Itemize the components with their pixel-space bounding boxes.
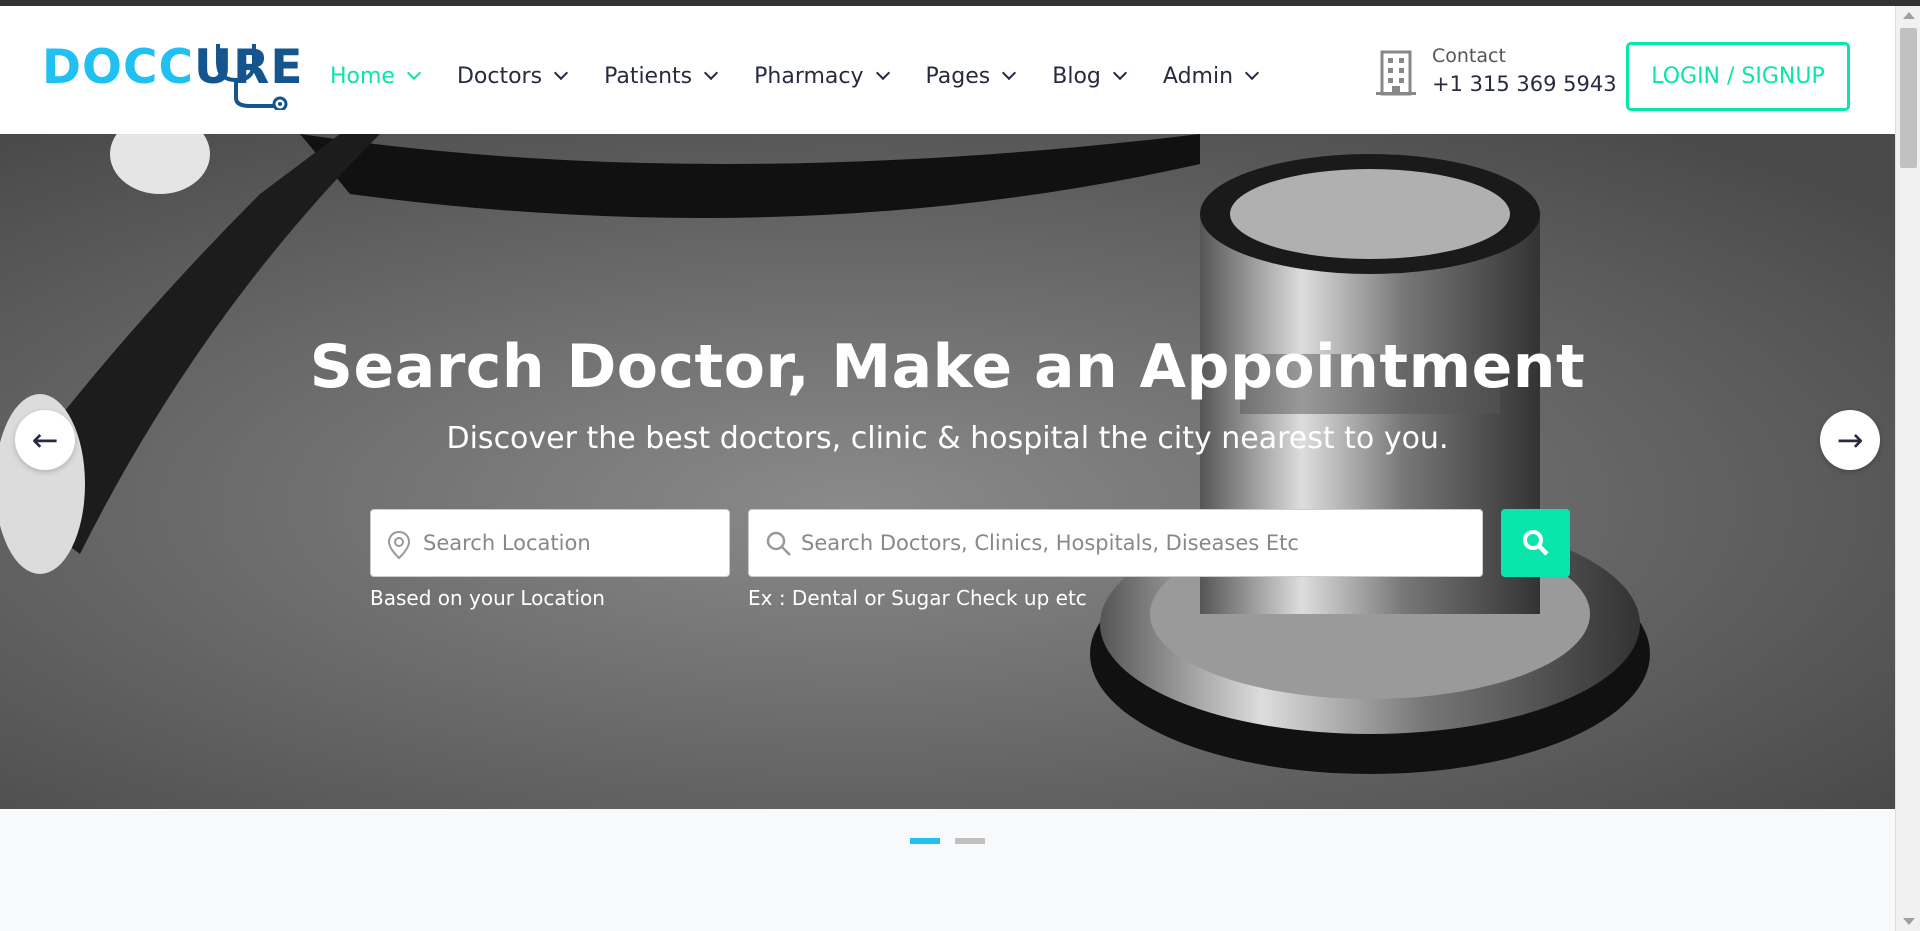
search-placeholder: Search Doctors, Clinics, Hospitals, Dise… [801, 531, 1299, 555]
search-hint: Ex : Dental or Sugar Check up etc [748, 586, 1087, 610]
contact-phone[interactable]: +1 315 369 5943 [1432, 68, 1617, 100]
doctor-search-input[interactable]: Search Doctors, Clinics, Hospitals, Dise… [748, 509, 1483, 577]
nav-home[interactable]: Home [330, 54, 422, 98]
hero-title: Search Doctor, Make an Appointment [309, 332, 1586, 402]
chevron-down-icon [553, 65, 569, 81]
site-header: DOCCURE Home Doctors Patients Pharmacy P… [0, 6, 1895, 134]
location-placeholder: Search Location [423, 531, 591, 555]
carousel-dots [910, 838, 985, 844]
search-button[interactable] [1501, 509, 1570, 577]
scroll-down-icon[interactable] [1903, 918, 1915, 925]
page-scrollbar[interactable] [1895, 6, 1920, 931]
carousel-dot-2[interactable] [955, 838, 985, 844]
nav-doctors[interactable]: Doctors [457, 54, 569, 98]
nav-pharmacy[interactable]: Pharmacy [754, 54, 890, 98]
hero-stethoscope-image [0, 134, 1895, 809]
scroll-up-icon[interactable] [1903, 12, 1915, 19]
chevron-down-icon [875, 65, 890, 81]
login-signup-button[interactable]: LOGIN / SIGNUP [1626, 42, 1850, 111]
hero-banner: Search Doctor, Make an Appointment Disco… [0, 134, 1895, 809]
carousel-dot-1[interactable] [910, 838, 940, 844]
nav-admin[interactable]: Admin [1163, 54, 1260, 98]
location-pin-icon [387, 530, 411, 560]
search-icon [766, 531, 791, 556]
chevron-down-icon [1244, 65, 1260, 81]
main-nav: Home Doctors Patients Pharmacy Pages Blo… [330, 54, 1295, 98]
nav-blog[interactable]: Blog [1052, 54, 1127, 98]
chevron-down-icon [704, 65, 719, 81]
doccure-logo[interactable]: DOCCURE [42, 36, 302, 110]
location-search-input[interactable]: Search Location [370, 509, 730, 577]
search-icon [1522, 530, 1549, 556]
location-hint: Based on your Location [370, 586, 605, 610]
contact-block: Contact +1 315 369 5943 [1376, 44, 1617, 100]
contact-label: Contact [1432, 45, 1506, 67]
nav-patients[interactable]: Patients [604, 54, 719, 98]
chevron-down-icon [406, 65, 422, 81]
chevron-down-icon [1112, 65, 1127, 81]
hero-subtitle: Discover the best doctors, clinic & hosp… [446, 421, 1449, 456]
chevron-down-icon [1002, 65, 1017, 81]
hospital-building-icon [1376, 50, 1416, 96]
scrollbar-thumb[interactable] [1900, 28, 1917, 168]
carousel-next-button[interactable]: → [1820, 410, 1880, 470]
stethoscope-icon [216, 44, 288, 110]
carousel-prev-button[interactable]: ← [15, 410, 75, 470]
nav-pages[interactable]: Pages [926, 54, 1017, 98]
